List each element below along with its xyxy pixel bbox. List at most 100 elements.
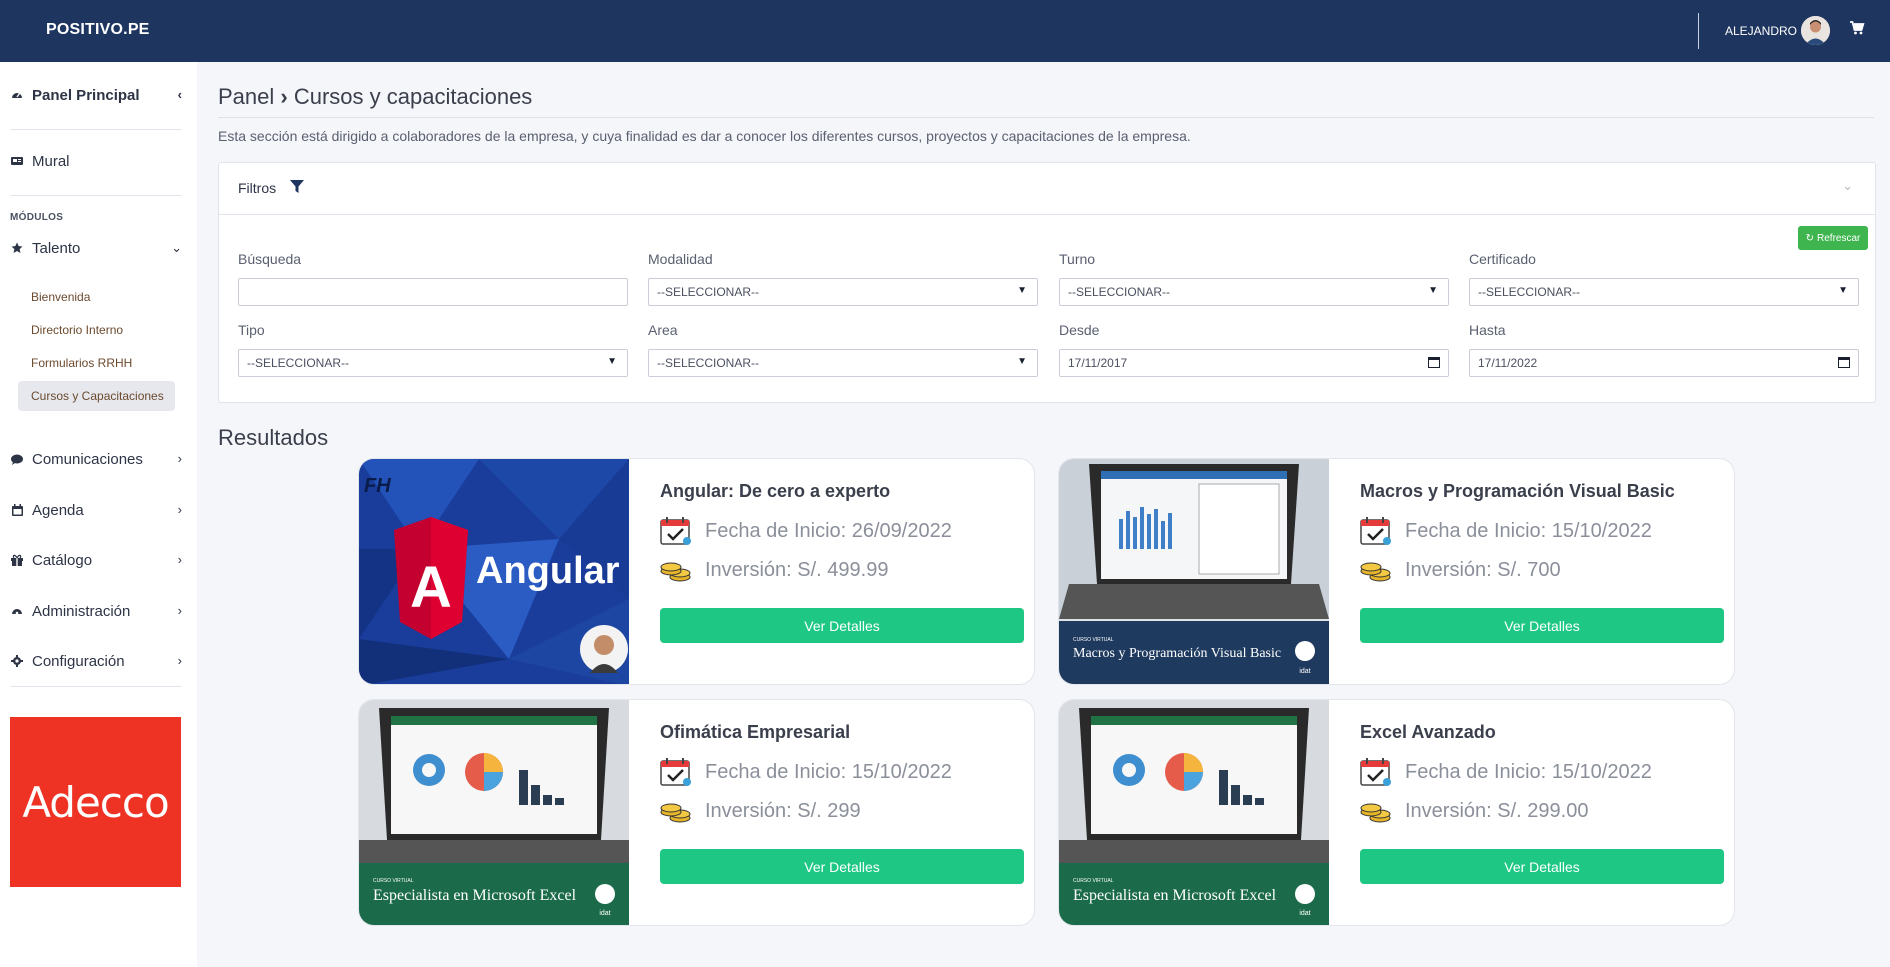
investment-text: Inversión: S/. 700 [1405,558,1561,581]
chevron-left-icon[interactable]: ‹ [178,87,182,102]
desde-date-input[interactable]: 17/11/2017 [1059,349,1449,377]
course-start-date: Fecha de Inicio: 26/09/2022 [660,516,952,546]
course-card[interactable]: CURSO VIRTUAL Especialista en Microsoft … [1058,699,1735,926]
sidebar-item-talento[interactable]: Talento ⌄ [10,237,182,259]
course-image[interactable]: CURSO VIRTUAL Macros y Programación Visu… [1059,459,1329,684]
hasta-date-input[interactable]: 17/11/2022 [1469,349,1859,377]
refresh-label: Refrescar [1817,232,1861,244]
view-details-button[interactable]: Ver Detalles [1360,608,1724,643]
chevron-right-icon[interactable]: › [178,502,182,517]
cart-icon[interactable] [1849,20,1865,41]
course-title[interactable]: Macros y Programación Visual Basic [1360,481,1675,502]
filters-header[interactable]: Filtros ⌄ [219,163,1875,215]
sidebar-item-label: Agenda [32,501,84,519]
start-date-text: Fecha de Inicio: 26/09/2022 [705,519,952,542]
area-select[interactable]: --SELECCIONAR-- ▼ [648,349,1038,377]
select-value: --SELECCIONAR-- [657,356,760,370]
start-date-text: Fecha de Inicio: 15/10/2022 [1405,519,1652,542]
user-name[interactable]: ALEJANDRO [1725,24,1797,38]
adecco-banner[interactable]: Adecco [10,717,181,887]
calendar-check-icon [660,757,692,787]
view-details-button[interactable]: Ver Detalles [660,608,1024,643]
course-card[interactable]: CURSO VIRTUAL Macros y Programación Visu… [1058,458,1735,685]
sidebar-subitem-bienvenida[interactable]: Bienvenida [31,290,90,304]
svg-text:FH: FH [364,475,391,497]
sidebar-subitem-directorio[interactable]: Directorio Interno [31,323,123,337]
turno-label: Turno [1059,251,1096,267]
sidebar-item-mural[interactable]: Mural [10,150,182,172]
busqueda-input[interactable] [238,278,628,306]
course-image[interactable]: CURSO VIRTUAL Especialista en Microsoft … [1059,700,1329,925]
course-title[interactable]: Ofimática Empresarial [660,722,850,743]
top-divider [1698,13,1699,49]
calendar-icon[interactable] [1838,356,1850,371]
sidebar-item-panel-principal[interactable]: Panel Principal ‹ [10,84,182,106]
chevron-right-icon[interactable]: › [178,603,182,618]
date-value: 17/11/2022 [1478,356,1538,370]
caret-down-icon: ▼ [1428,285,1438,296]
course-start-date: Fecha de Inicio: 15/10/2022 [1360,757,1652,787]
page-title: Cursos y capacitaciones [293,84,533,109]
refresh-icon: ↻ [1805,232,1815,244]
breadcrumb-divider [218,117,1874,118]
course-investment: Inversión: S/. 499.99 [660,555,888,585]
avatar[interactable] [1801,16,1830,45]
certificado-select[interactable]: --SELECCIONAR-- ▼ [1469,278,1859,306]
course-title[interactable]: Angular: De cero a experto [660,481,890,502]
sidebar-item-label: Panel Principal [32,86,140,104]
course-investment: Inversión: S/. 299 [660,796,861,826]
sidebar-item-administracion[interactable]: Administración › [10,600,182,622]
certificado-label: Certificado [1469,251,1536,267]
coins-icon [1360,796,1392,826]
sidebar-item-agenda[interactable]: Agenda › [10,499,182,521]
course-card[interactable]: A Angular FH Angular: De cero a experto … [358,458,1035,685]
calendar-check-icon [1360,757,1392,787]
chevron-right-icon[interactable]: › [178,451,182,466]
gift-icon [10,553,24,567]
select-value: --SELECCIONAR-- [1478,285,1581,299]
dashboard-icon [10,88,24,102]
sidebar-item-label: Catálogo [32,551,93,569]
start-date-text: Fecha de Inicio: 15/10/2022 [1405,760,1652,783]
gear-icon [10,654,24,668]
view-details-button[interactable]: Ver Detalles [660,849,1024,884]
investment-text: Inversión: S/. 499.99 [705,558,889,581]
view-details-button[interactable]: Ver Detalles [1360,849,1724,884]
modalidad-select[interactable]: --SELECCIONAR-- ▼ [648,278,1038,306]
sidebar: Panel Principal ‹ Mural MÓDULOS Talento … [0,62,197,967]
tipo-select[interactable]: --SELECCIONAR-- ▼ [238,349,628,377]
course-start-date: Fecha de Inicio: 15/10/2022 [660,757,952,787]
sidebar-subitem-formularios[interactable]: Formularios RRHH [31,356,132,370]
busqueda-label: Búsqueda [238,251,302,267]
svg-text:A: A [410,555,452,620]
sidebar-divider [10,195,182,196]
sidebar-item-configuracion[interactable]: Configuración › [10,650,182,672]
course-investment: Inversión: S/. 700 [1360,555,1561,585]
page-description: Esta sección está dirigido a colaborador… [218,128,1191,144]
calendar-icon[interactable] [1428,356,1440,371]
refresh-button[interactable]: ↻ Refrescar [1798,226,1868,250]
caret-down-icon: ▼ [1017,356,1027,367]
chevron-right-icon[interactable]: › [178,653,182,668]
sidebar-subitem-cursos[interactable]: Cursos y Capacitaciones [31,389,164,403]
calendar-check-icon [660,516,692,546]
desde-label: Desde [1059,322,1100,338]
adecco-logo-text: Adecco [22,777,169,827]
image-title: Angular [476,550,620,592]
sidebar-item-comunicaciones[interactable]: Comunicaciones › [10,448,182,470]
chevron-down-icon[interactable]: ⌄ [1842,178,1853,194]
course-card[interactable]: CURSO VIRTUAL Especialista en Microsoft … [358,699,1035,926]
course-image[interactable]: A Angular FH [359,459,629,684]
area-label: Area [648,322,678,338]
chevron-down-icon[interactable]: ⌄ [171,240,182,256]
course-investment: Inversión: S/. 299.00 [1360,796,1588,826]
image-title: Macros y Programación Visual Basic [1073,646,1281,661]
turno-select[interactable]: --SELECCIONAR-- ▼ [1059,278,1449,306]
sidebar-item-catalogo[interactable]: Catálogo › [10,549,182,571]
course-title[interactable]: Excel Avanzado [1360,722,1496,743]
breadcrumb-root[interactable]: Panel [218,84,274,109]
chevron-right-icon[interactable]: › [178,552,182,567]
course-image[interactable]: CURSO VIRTUAL Especialista en Microsoft … [359,700,629,925]
breadcrumb: Panel › Cursos y capacitaciones [218,84,532,110]
brand-logo[interactable]: POSITIVO.PE [46,21,150,39]
